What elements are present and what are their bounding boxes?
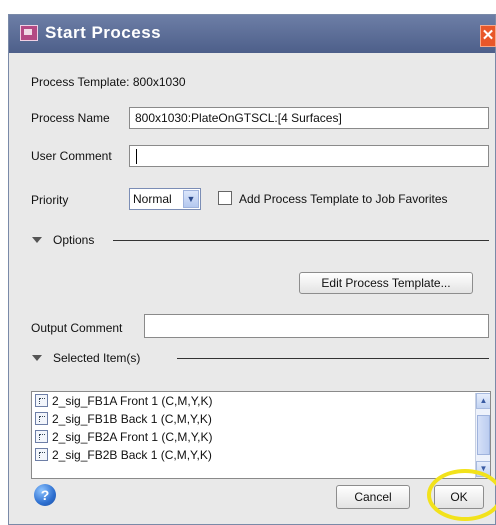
template-label: Process Template: 800x1030 [31,75,186,89]
edit-process-template-button[interactable]: Edit Process Template... [299,272,473,294]
signature-icon [35,430,48,443]
dialog-title: Start Process [45,23,162,42]
list-scrollbar[interactable]: ▲ ▼ [475,393,490,478]
favorites-checkbox[interactable] [218,191,232,205]
output-comment-label: Output Comment [31,321,123,335]
options-label: Options [53,233,95,247]
chevron-down-icon[interactable]: ▼ [183,190,199,208]
priority-select[interactable]: Normal ▼ [129,188,201,210]
user-comment-label: User Comment [31,149,112,163]
scrollbar-thumb[interactable] [477,415,490,455]
highlight-ring [427,469,496,521]
favorites-label: Add Process Template to Job Favorites [239,192,448,206]
help-icon[interactable]: ? [34,484,56,506]
title-bar[interactable]: Start Process ✕ [9,15,496,53]
text-caret [136,149,137,165]
close-button[interactable]: ✕ [480,25,496,47]
options-divider [113,240,489,241]
options-collapse-icon[interactable] [32,237,42,243]
selected-items-list[interactable]: 2_sig_FB1A Front 1 (C,M,Y,K) 2_sig_FB1B … [31,391,491,479]
selected-collapse-icon[interactable] [32,355,42,361]
signature-icon [35,394,48,407]
template-value: 800x1030 [132,75,186,89]
cancel-button[interactable]: Cancel [336,485,410,509]
user-comment-field[interactable] [129,145,489,167]
selected-items-label: Selected Item(s) [53,351,141,365]
signature-icon [35,448,48,461]
output-comment-field[interactable] [144,314,489,338]
process-name-label: Process Name [31,111,110,125]
signature-icon [35,412,48,425]
selected-divider [177,358,489,359]
process-icon [20,25,38,41]
start-process-dialog: Start Process ✕ Process Template: 800x10… [8,14,496,525]
priority-label: Priority [31,193,69,207]
scroll-up-icon[interactable]: ▲ [476,393,490,409]
priority-value: Normal [133,192,172,206]
process-name-field[interactable]: 800x1030:PlateOnGTSCL:[4 Surfaces] [129,107,489,129]
